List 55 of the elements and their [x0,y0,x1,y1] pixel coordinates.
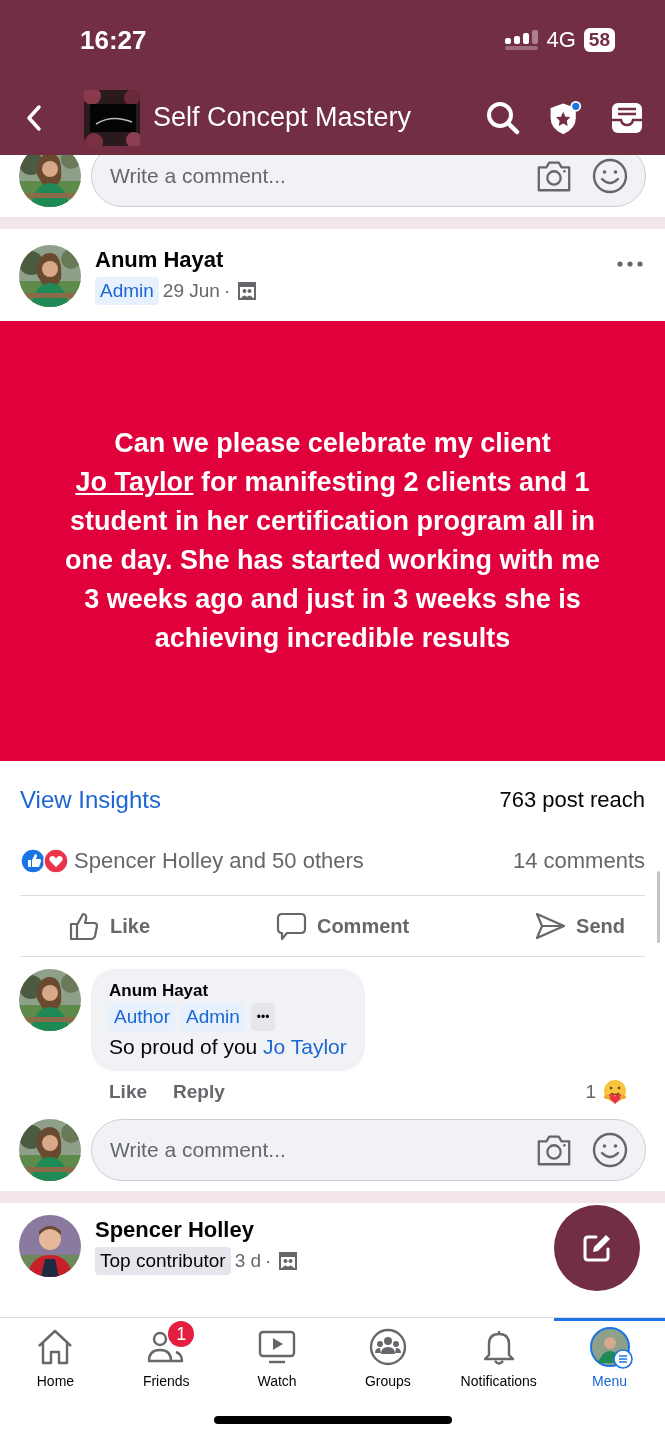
like-link[interactable]: Like [109,1081,148,1103]
reactions-summary[interactable]: Spencer Holley and 50 others [74,848,364,874]
reply-link[interactable]: Reply [173,1081,225,1103]
emoji-icon[interactable] [591,1132,629,1168]
notification-badge: 1 [168,1321,195,1347]
comments-count[interactable]: 14 comments [512,848,645,874]
network-label: 4G [546,27,576,53]
post-date[interactable]: 29 Jun [162,280,220,302]
comment-text: So proud of you Jo Taylor [109,1035,347,1059]
comment-action-button[interactable]: Comment [274,910,410,942]
contributor-badge: Top contributor [95,1247,231,1275]
tab[interactable]: Groups [332,1318,444,1400]
role-badge: Admin [181,1003,245,1031]
mention-link[interactable]: Jo Taylor [263,1035,347,1058]
menu-icon [612,1349,633,1369]
speech-bubble-icon [274,910,307,942]
group-icon [238,282,257,300]
status-time: 16:27 [80,24,147,56]
send-icon [534,910,567,942]
more-icon[interactable] [617,261,643,267]
post-reach: 763 post reach [499,787,645,813]
comment-input[interactable]: Write a comment... [91,1119,646,1181]
dot-separator: · [265,1250,272,1272]
signal-icon [504,30,539,50]
battery-indicator: 58 [583,28,615,52]
reaction-count: 1 [585,1081,596,1103]
tab[interactable]: Notifications [443,1318,555,1400]
post-text: Can we please celebrate my client Jo Taylor for manifesting 2 clients and 1 student in her certification program all in one day. She has started working with me 3 weeks ago and just in 3 weeks she is achieving incredible results [63,427,602,655]
post-date[interactable]: 3 d [234,1250,262,1272]
tab[interactable]: 1 Friends [110,1318,222,1400]
comment-author[interactable]: Anum Hayat [109,981,347,1001]
more-options-button[interactable]: ••• [250,1003,276,1031]
tab[interactable]: Watch [221,1318,333,1400]
tab[interactable]: Home [0,1318,111,1400]
groups-icon [367,1327,408,1367]
thumbs-up-icon [68,910,100,942]
comment-input[interactable]: Write a comment... [91,155,646,207]
admin-badge: Admin [95,277,159,305]
group-title[interactable]: Self Concept Mastery [153,102,485,133]
emoji-icon[interactable] [591,158,629,194]
group-icon [279,1252,298,1270]
hugging-emoji-icon [602,1079,628,1105]
author-name[interactable]: Anum Hayat [95,247,646,273]
role-badge: Author [109,1003,175,1031]
edit-icon [581,1232,613,1264]
reaction-icons [20,848,70,874]
mention-link[interactable]: Jo Taylor [75,467,194,497]
author-name[interactable]: Spencer Holley [95,1217,646,1243]
search-icon[interactable] [485,99,521,136]
like-action-button[interactable]: Like [68,910,151,942]
view-insights-link[interactable]: View Insights [20,786,161,814]
send-action-button[interactable]: Send [534,910,625,942]
back-icon[interactable] [26,103,42,132]
tab[interactable]: Menu [554,1318,665,1400]
dot-separator: · [223,280,231,302]
